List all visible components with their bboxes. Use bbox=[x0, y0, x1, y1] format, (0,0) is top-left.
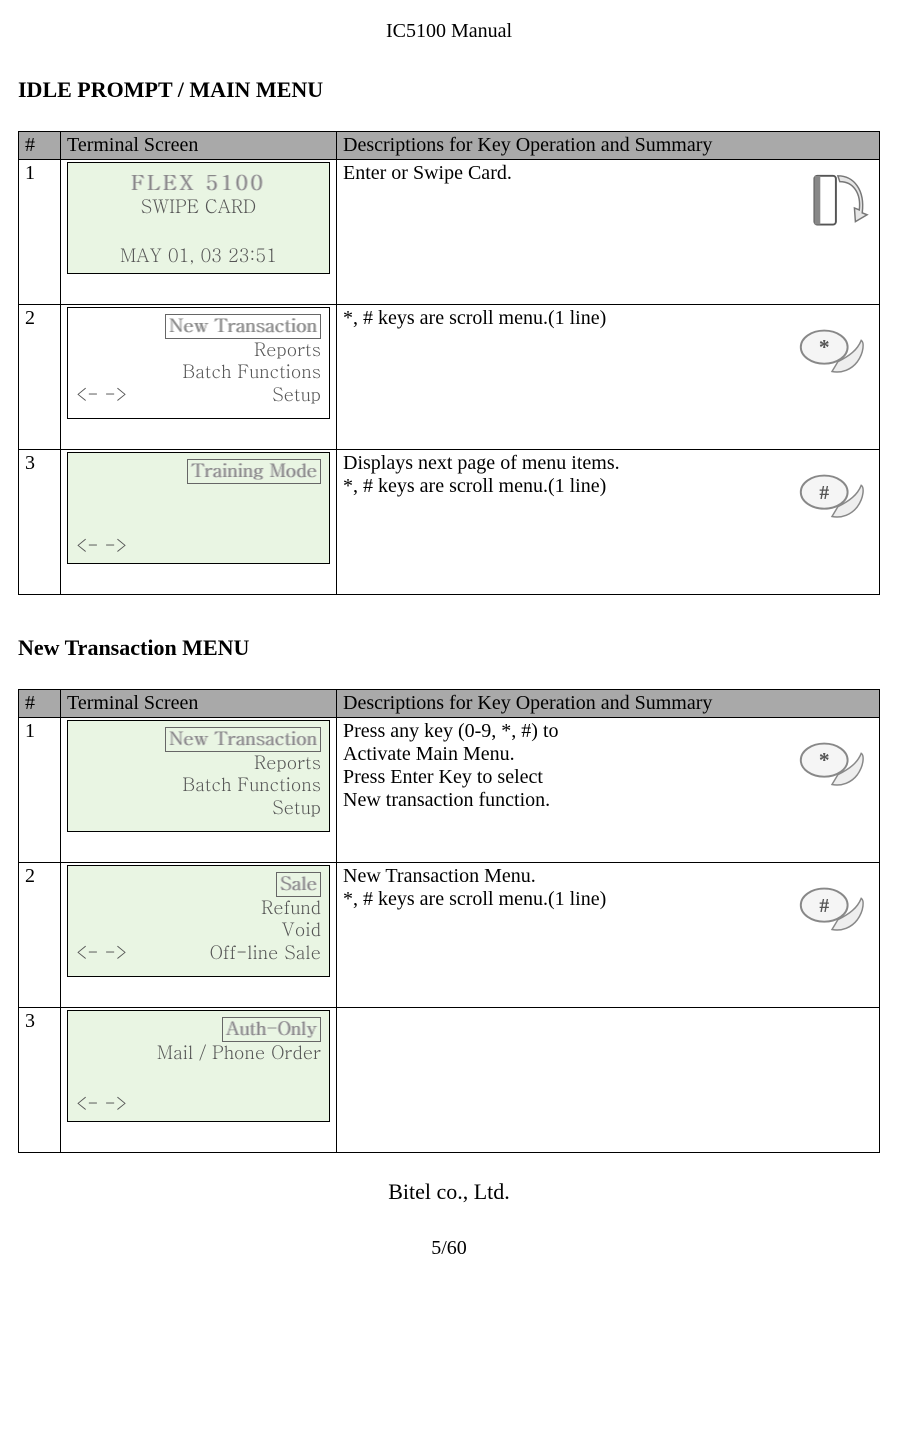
new-transaction-table: # Terminal Screen Descriptions for Key O… bbox=[18, 689, 880, 1153]
terminal-line: MAY 01, 03 23:51 bbox=[76, 245, 321, 268]
terminal-line: Reports bbox=[76, 339, 321, 362]
terminal-line: Mail / Phone Order bbox=[76, 1042, 321, 1065]
table-row: 3 Auth-Only Mail / Phone Order <- -> bbox=[19, 1008, 880, 1153]
description-text: *, # keys are scroll menu.(1 line) bbox=[343, 307, 785, 330]
star-key-press-icon: * bbox=[791, 724, 873, 806]
terminal-screen-cell: Auth-Only Mail / Phone Order <- -> bbox=[61, 1008, 337, 1153]
terminal-line: Batch Functions bbox=[76, 774, 321, 797]
table-row: 2 New Transaction Reports Batch Function… bbox=[19, 305, 880, 450]
description-cell: *, # keys are scroll menu.(1 line) * bbox=[337, 305, 880, 450]
row-number: 1 bbox=[19, 160, 61, 305]
document-title: IC5100 Manual bbox=[18, 20, 880, 43]
terminal-line: Off-line Sale bbox=[210, 942, 321, 965]
terminal-screen: Auth-Only Mail / Phone Order <- -> bbox=[67, 1010, 330, 1122]
description-cell: Displays next page of menu items. *, # k… bbox=[337, 450, 880, 595]
row-number: 3 bbox=[19, 1008, 61, 1153]
table-row: 3 Training Mode <- -> Displays next page… bbox=[19, 450, 880, 595]
description-cell: Enter or Swipe Card. bbox=[337, 160, 880, 305]
header-screen: Terminal Screen bbox=[61, 690, 337, 718]
table-row: 1 New Transaction Reports Batch Function… bbox=[19, 718, 880, 863]
terminal-nav-arrows: <- -> bbox=[76, 535, 321, 558]
description-cell: Press any key (0-9, *, #) to Activate Ma… bbox=[337, 718, 880, 863]
header-desc: Descriptions for Key Operation and Summa… bbox=[337, 690, 880, 718]
swipe-card-icon bbox=[791, 166, 873, 248]
terminal-screen: Sale Refund Void <- -> Off-line Sale bbox=[67, 865, 330, 977]
row-number: 3 bbox=[19, 450, 61, 595]
hash-key-press-icon: # bbox=[791, 869, 873, 951]
terminal-screen-cell: Training Mode <- -> bbox=[61, 450, 337, 595]
description-text: New Transaction Menu. *, # keys are scro… bbox=[343, 865, 785, 911]
terminal-line: Void bbox=[76, 919, 321, 942]
svg-text:#: # bbox=[819, 483, 829, 504]
terminal-highlighted: New Transaction bbox=[165, 727, 321, 752]
terminal-screen: Training Mode <- -> bbox=[67, 452, 330, 564]
row-number: 2 bbox=[19, 305, 61, 450]
terminal-line: Setup bbox=[272, 384, 321, 407]
terminal-screen-cell: FLEX 5100 SWIPE CARD MAY 01, 03 23:51 bbox=[61, 160, 337, 305]
svg-text:#: # bbox=[819, 896, 829, 917]
description-cell: New Transaction Menu. *, # keys are scro… bbox=[337, 863, 880, 1008]
terminal-screen-cell: New Transaction Reports Batch Functions … bbox=[61, 305, 337, 450]
row-number: 2 bbox=[19, 863, 61, 1008]
terminal-screen: New Transaction Reports Batch Functions … bbox=[67, 307, 330, 419]
terminal-title: FLEX 5100 bbox=[131, 167, 265, 196]
terminal-nav-arrows: <- -> bbox=[76, 942, 127, 965]
header-num: # bbox=[19, 132, 61, 160]
row-number: 1 bbox=[19, 718, 61, 863]
table-header-row: # Terminal Screen Descriptions for Key O… bbox=[19, 690, 880, 718]
terminal-nav-arrows: <- -> bbox=[76, 384, 127, 407]
star-key-press-icon: * bbox=[791, 311, 873, 393]
terminal-highlighted: Sale bbox=[276, 872, 321, 897]
terminal-screen-cell: Sale Refund Void <- -> Off-line Sale bbox=[61, 863, 337, 1008]
description-text: Displays next page of menu items. *, # k… bbox=[343, 452, 785, 498]
terminal-screen-cell: New Transaction Reports Batch Functions … bbox=[61, 718, 337, 863]
description-text: Enter or Swipe Card. bbox=[343, 162, 785, 185]
svg-text:*: * bbox=[819, 748, 830, 772]
terminal-line: Batch Functions bbox=[76, 361, 321, 384]
page-number: 5/60 bbox=[18, 1237, 880, 1260]
header-desc: Descriptions for Key Operation and Summa… bbox=[337, 132, 880, 160]
terminal-highlighted: New Transaction bbox=[165, 314, 321, 339]
description-cell bbox=[337, 1008, 880, 1153]
svg-text:*: * bbox=[819, 335, 830, 359]
table-row: 2 Sale Refund Void <- -> Off-line Sale N… bbox=[19, 863, 880, 1008]
idle-prompt-table: # Terminal Screen Descriptions for Key O… bbox=[18, 131, 880, 595]
terminal-highlighted: Training Mode bbox=[187, 459, 321, 484]
table-header-row: # Terminal Screen Descriptions for Key O… bbox=[19, 132, 880, 160]
terminal-highlighted: Auth-Only bbox=[222, 1017, 321, 1042]
terminal-nav-arrows: <- -> bbox=[76, 1093, 321, 1116]
hash-key-press-icon: # bbox=[791, 456, 873, 538]
description-text: Press any key (0-9, *, #) to Activate Ma… bbox=[343, 720, 785, 812]
terminal-line: Setup bbox=[76, 797, 321, 820]
header-num: # bbox=[19, 690, 61, 718]
terminal-line: Refund bbox=[76, 897, 321, 920]
table-row: 1 FLEX 5100 SWIPE CARD MAY 01, 03 23:51 … bbox=[19, 160, 880, 305]
terminal-screen: New Transaction Reports Batch Functions … bbox=[67, 720, 330, 832]
section-heading-new-transaction: New Transaction MENU bbox=[18, 635, 880, 661]
section-heading-idle: IDLE PROMPT / MAIN MENU bbox=[18, 77, 880, 103]
terminal-line: SWIPE CARD bbox=[76, 196, 321, 219]
terminal-line: Reports bbox=[76, 752, 321, 775]
terminal-screen: FLEX 5100 SWIPE CARD MAY 01, 03 23:51 bbox=[67, 162, 330, 274]
footer-company: Bitel co., Ltd. bbox=[18, 1179, 880, 1205]
header-screen: Terminal Screen bbox=[61, 132, 337, 160]
